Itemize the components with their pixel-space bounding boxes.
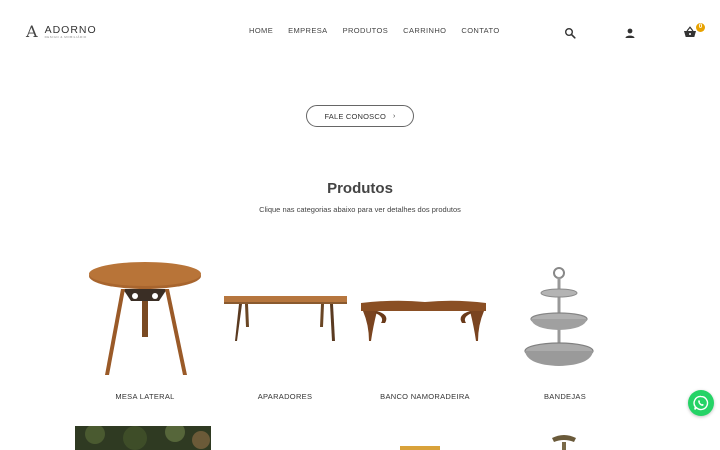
brand-logo[interactable]: A ADORNO DESIGN & MOBILIÁRIO bbox=[26, 22, 96, 42]
site-header: A ADORNO DESIGN & MOBILIÁRIO HOME EMPRES… bbox=[0, 0, 720, 62]
search-icon[interactable] bbox=[564, 26, 576, 39]
product-label: BANCO NAMORADEIRA bbox=[380, 392, 470, 401]
nav-carrinho[interactable]: CARRINHO bbox=[403, 26, 446, 35]
product-card-banco-namoradeira[interactable]: BANCO NAMORADEIRA bbox=[355, 255, 495, 405]
nav-home[interactable]: HOME bbox=[249, 26, 273, 35]
nav-empresa[interactable]: EMPRESA bbox=[288, 26, 327, 35]
main-nav: HOME EMPRESA PRODUTOS CARRINHO CONTATO bbox=[249, 26, 500, 35]
product-card-mesa-lateral[interactable]: MESA LATERAL bbox=[75, 255, 215, 405]
product-image-row2-4 bbox=[552, 435, 576, 450]
product-card-row2-4[interactable] bbox=[546, 426, 582, 450]
whatsapp-button[interactable] bbox=[688, 390, 714, 416]
product-card-row2-1[interactable] bbox=[75, 426, 211, 450]
user-icon[interactable] bbox=[624, 26, 636, 38]
logo-text: ADORNO DESIGN & MOBILIÁRIO bbox=[44, 23, 97, 40]
nav-produtos[interactable]: PRODUTOS bbox=[343, 26, 389, 35]
contact-us-button[interactable]: FALE CONOSCO › bbox=[306, 105, 414, 127]
product-card-bandejas[interactable]: BANDEJAS bbox=[495, 255, 635, 405]
product-image-bandejas bbox=[524, 267, 594, 366]
product-image-mesa-lateral bbox=[89, 262, 201, 375]
nav-contato[interactable]: CONTATO bbox=[461, 26, 499, 35]
logo-monogram: A bbox=[26, 22, 38, 41]
product-label: BANDEJAS bbox=[544, 392, 586, 401]
product-label: APARADORES bbox=[257, 392, 313, 401]
products-title: Produtos bbox=[327, 180, 393, 197]
brand-tagline: DESIGN & MOBILIÁRIO bbox=[44, 34, 87, 39]
brand-name: ADORNO bbox=[44, 23, 97, 36]
product-image-banco-namoradeira bbox=[361, 300, 486, 341]
product-card-row2-3[interactable] bbox=[398, 426, 442, 450]
basket-icon[interactable] bbox=[683, 25, 697, 39]
product-image-aparadores bbox=[224, 296, 347, 341]
product-label: MESA LATERAL bbox=[115, 392, 175, 401]
cart-count-badge: 0 bbox=[696, 23, 705, 32]
whatsapp-icon bbox=[693, 395, 709, 411]
chevron-right-icon: › bbox=[393, 112, 396, 120]
products-subtitle: Clique nas categorias abaixo para ver de… bbox=[259, 205, 461, 214]
product-card-aparadores[interactable]: APARADORES bbox=[215, 255, 355, 405]
contact-us-label: FALE CONOSCO bbox=[324, 111, 387, 121]
product-image-row2-3 bbox=[400, 446, 440, 450]
product-image-row2-1 bbox=[75, 426, 211, 450]
